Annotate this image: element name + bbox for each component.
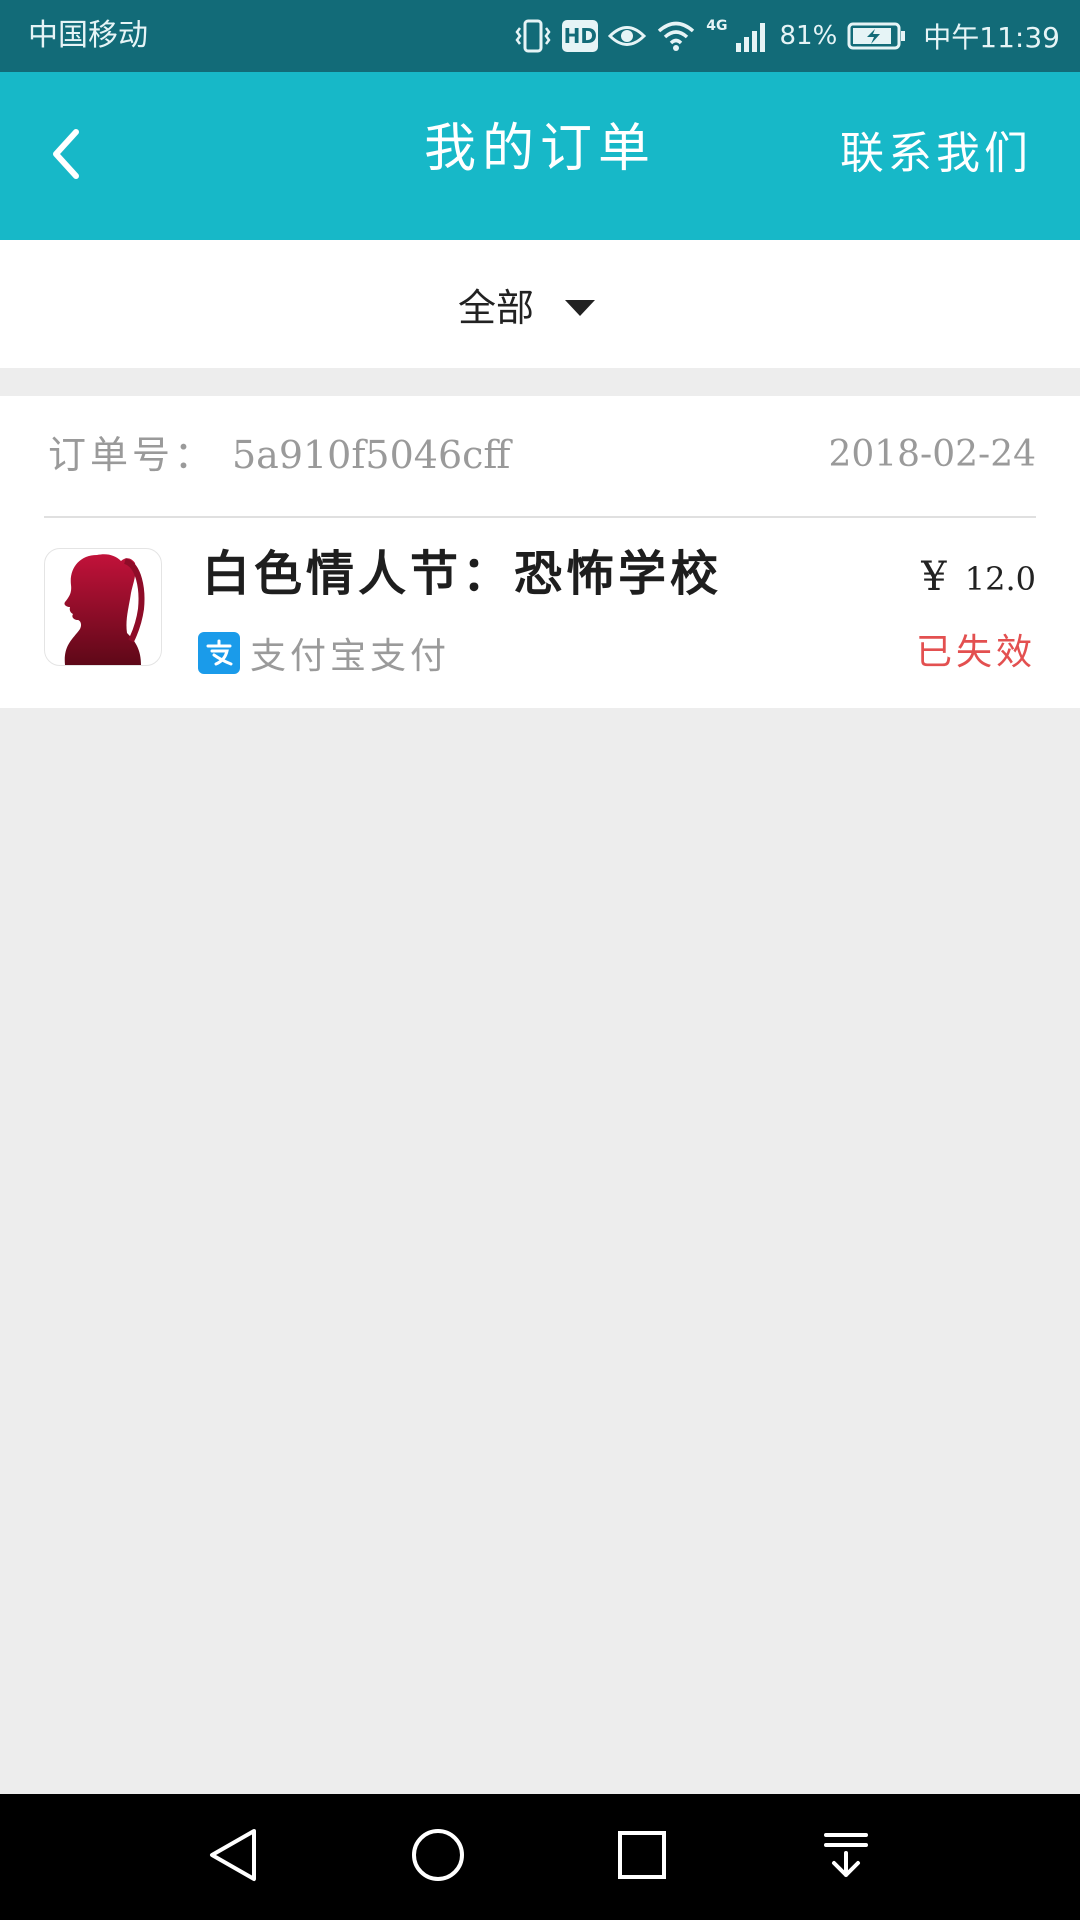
payment-method-label: 支付宝支付 — [250, 636, 451, 677]
circle-home-icon — [410, 1827, 466, 1887]
battery-charging-icon — [847, 21, 907, 51]
square-recents-icon — [616, 1829, 668, 1885]
girl-silhouette-icon — [64, 554, 145, 665]
order-card[interactable]: 订单号： 5a910f5046cff 2018-02-24 白色情人节：恐怖学校… — [0, 396, 1080, 708]
carrier-name: 中国移动 — [28, 18, 148, 53]
nav-home-button[interactable] — [403, 1822, 473, 1892]
triangle-back-icon — [206, 1827, 260, 1887]
status-bar: 中国移动 HD 4G 81% 中午11:39 — [0, 0, 1080, 72]
nav-notification-button[interactable] — [811, 1822, 881, 1892]
wifi-icon — [656, 19, 696, 53]
currency-symbol: ¥ — [921, 554, 947, 600]
network-type: 4G — [706, 18, 728, 34]
clock: 中午11:39 — [923, 21, 1060, 54]
order-price: ¥12.0 — [921, 552, 1036, 604]
contact-us-button[interactable]: 联系我们 — [840, 124, 1032, 184]
app-root: 中国移动 HD 4G 81% 中午11:39 我的订单 联系我们 全部 订单号：… — [0, 0, 1080, 1920]
caret-down-icon — [564, 282, 596, 326]
status-icons: HD 4G 81% 中午11:39 — [514, 14, 1060, 58]
vibrate-icon — [514, 18, 552, 54]
system-navigation-bar — [0, 1794, 1080, 1920]
product-thumbnail — [44, 548, 162, 666]
nav-back-button[interactable] — [198, 1822, 268, 1892]
order-header: 订单号： 5a910f5046cff 2018-02-24 — [44, 396, 1036, 518]
hd-icon: HD — [562, 20, 599, 52]
eye-icon — [608, 21, 647, 51]
order-status-badge: 已失效 — [915, 632, 1036, 673]
title-bar: 我的订单 联系我们 — [0, 72, 1080, 240]
pull-down-icon — [820, 1829, 872, 1885]
filter-selected-label: 全部 — [458, 285, 535, 330]
order-number: 5a910f5046cff — [232, 433, 511, 477]
order-date: 2018-02-24 — [828, 434, 1036, 475]
signal-icon — [734, 19, 770, 53]
filter-bar: 全部 — [0, 240, 1080, 368]
alipay-icon — [198, 632, 240, 674]
product-name: 白色情人节：恐怖学校 — [202, 546, 723, 602]
battery-percent: 81% — [779, 21, 838, 51]
order-number-label: 订单号： — [48, 433, 217, 477]
nav-recents-button[interactable] — [607, 1822, 677, 1892]
payment-method: 支付宝支付 — [198, 626, 450, 680]
price-value: 12.0 — [964, 560, 1036, 598]
order-filter-dropdown[interactable]: 全部 — [458, 274, 596, 334]
